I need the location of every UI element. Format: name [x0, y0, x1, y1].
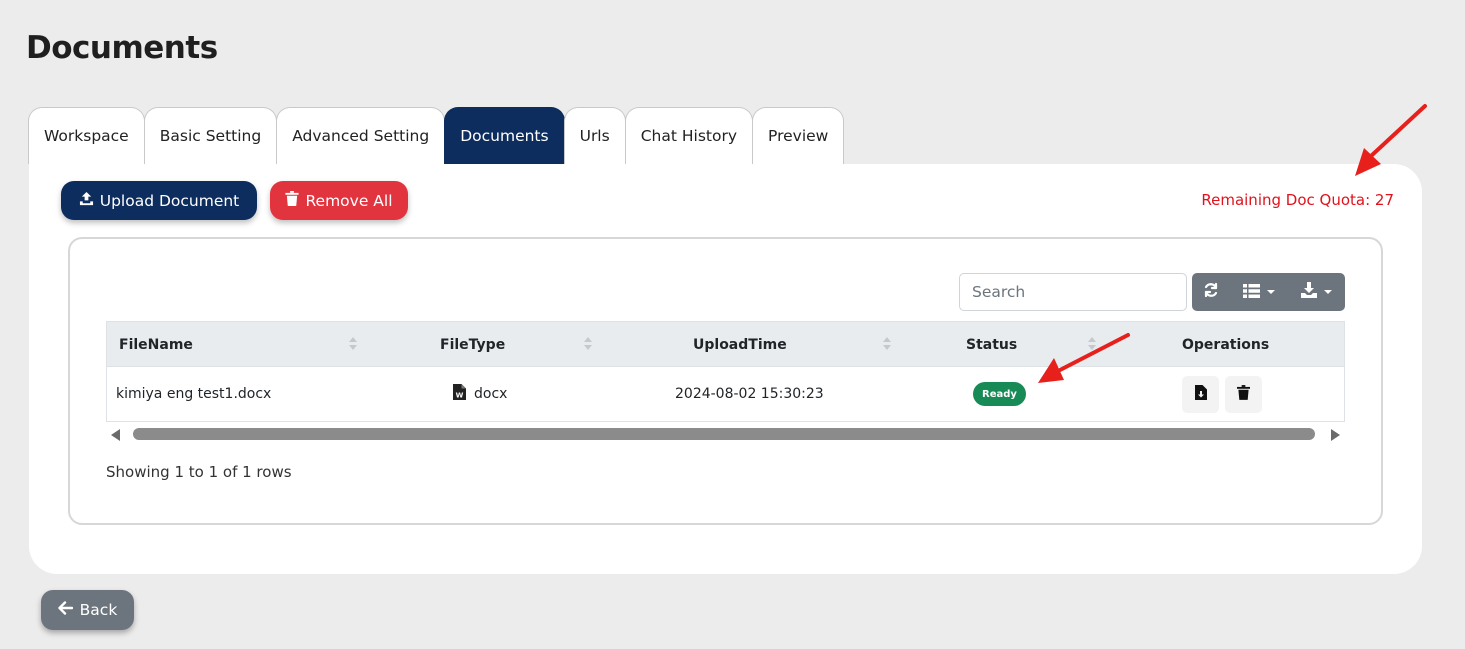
column-header-operations: Operations — [1182, 337, 1270, 353]
back-label: Back — [79, 601, 118, 619]
upload-icon — [79, 191, 94, 210]
page-title: Documents — [26, 30, 218, 66]
scrollbar-thumb[interactable] — [133, 428, 1315, 440]
upload-document-button[interactable]: Upload Document — [61, 181, 257, 220]
arrow-left-icon — [57, 601, 73, 619]
column-header-filename[interactable]: FileName — [119, 322, 193, 368]
back-button[interactable]: Back — [41, 590, 134, 630]
horizontal-scrollbar[interactable] — [106, 424, 1345, 444]
doc-quota-text: Remaining Doc Quota: 27 — [1201, 191, 1394, 209]
table-header: FileName FileType UploadTime Status Oper… — [106, 321, 1345, 367]
download-document-button[interactable] — [1182, 376, 1219, 413]
scroll-left-icon[interactable] — [111, 429, 120, 441]
sort-icon — [349, 337, 357, 353]
tab-bar: Workspace Basic Setting Advanced Setting… — [28, 107, 845, 164]
sort-icon — [1088, 337, 1096, 353]
status-badge: Ready — [973, 382, 1026, 406]
chevron-down-icon — [1323, 290, 1332, 294]
sort-icon — [883, 337, 891, 353]
file-download-icon — [1194, 385, 1207, 404]
table-toolbar — [1192, 273, 1345, 311]
table-row: kimiya eng test1.docx W docx 2024-08-02 … — [106, 367, 1345, 422]
refresh-button[interactable] — [1192, 273, 1230, 311]
cell-filename: kimiya eng test1.docx — [116, 386, 272, 402]
tab-chat-history[interactable]: Chat History — [624, 107, 753, 164]
tab-workspace[interactable]: Workspace — [28, 107, 145, 164]
pagination-info: Showing 1 to 1 of 1 rows — [106, 463, 292, 481]
cell-upload-time: 2024-08-02 15:30:23 — [675, 386, 824, 402]
cell-status: Ready — [973, 367, 1026, 421]
trash-icon — [285, 191, 300, 210]
tab-preview[interactable]: Preview — [752, 107, 845, 164]
upload-document-label: Upload Document — [99, 191, 240, 210]
cell-filetype: W docx — [453, 367, 507, 421]
word-file-icon: W — [453, 384, 466, 404]
columns-toggle-button[interactable] — [1230, 273, 1287, 311]
refresh-icon — [1203, 282, 1219, 302]
column-header-uploadtime[interactable]: UploadTime — [693, 322, 787, 368]
column-header-status[interactable]: Status — [966, 322, 1017, 368]
tab-advanced-setting[interactable]: Advanced Setting — [276, 107, 446, 164]
trash-icon — [1237, 385, 1250, 404]
delete-document-button[interactable] — [1225, 376, 1262, 413]
column-header-filetype[interactable]: FileType — [440, 322, 505, 368]
sort-icon — [584, 337, 592, 353]
export-icon — [1300, 282, 1317, 302]
tab-documents[interactable]: Documents — [444, 107, 565, 164]
svg-text:W: W — [456, 392, 464, 400]
filetype-label: docx — [474, 386, 508, 402]
tab-urls[interactable]: Urls — [563, 107, 626, 164]
tab-basic-setting[interactable]: Basic Setting — [143, 107, 278, 164]
remove-all-button[interactable]: Remove All — [270, 181, 408, 220]
scroll-right-icon[interactable] — [1331, 429, 1340, 441]
chevron-down-icon — [1266, 290, 1275, 294]
search-input[interactable] — [959, 273, 1187, 311]
remove-all-label: Remove All — [305, 191, 393, 210]
export-button[interactable] — [1287, 273, 1345, 311]
columns-icon — [1242, 283, 1260, 302]
